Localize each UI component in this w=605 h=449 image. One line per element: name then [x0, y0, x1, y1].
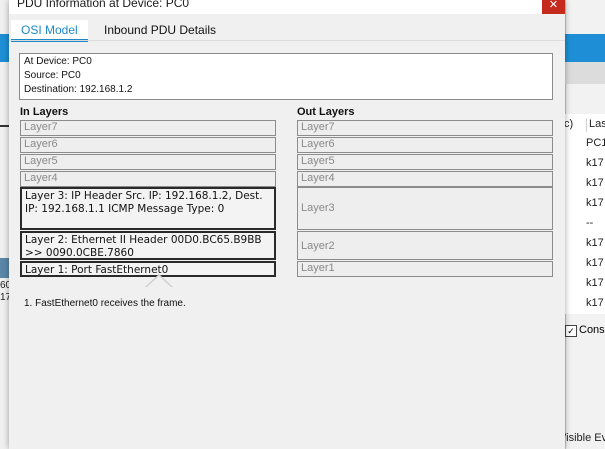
- background-left-label-2: 17: [0, 292, 9, 303]
- event-row-text: PC1: [586, 137, 605, 149]
- dialog-titlebar[interactable]: PDU Information at Device: PC0: [9, 0, 565, 14]
- in-layer-3[interactable]: Layer 3: IP Header Src. IP: 192.168.1.2,…: [20, 187, 276, 230]
- in-layer-2[interactable]: Layer 2: Ethernet II Header 00D0.BC65.B9…: [20, 231, 276, 260]
- visible-events-text: Visible Ev: [565, 432, 605, 444]
- source-text: Source: PC0: [24, 70, 81, 81]
- close-button[interactable]: ✕: [542, 0, 565, 14]
- out-layer-1[interactable]: Layer1: [297, 261, 553, 277]
- out-layers-heading: Out Layers: [297, 106, 355, 118]
- pdu-info-dialog: PDU Information at Device: PC0 ✕ OSI Mod…: [9, 0, 565, 449]
- event-row-text: --: [586, 217, 594, 229]
- out-layer-3[interactable]: Layer3: [297, 187, 553, 230]
- in-layers-heading: In Layers: [20, 106, 69, 118]
- event-row-text: k17: [586, 177, 604, 189]
- tab-inbound-pdu-details[interactable]: Inbound PDU Details: [94, 20, 227, 40]
- event-row-text: k17: [586, 237, 604, 249]
- event-row-text: k17: [586, 297, 604, 309]
- out-layer-2[interactable]: Layer2: [297, 231, 553, 260]
- event-list-row[interactable]: k17: [565, 234, 605, 254]
- in-layer-5[interactable]: Layer5: [20, 154, 276, 170]
- event-row-text: k17: [586, 197, 604, 209]
- event-list-header: c) Las: [564, 114, 605, 135]
- visible-events-label: Visible Ev: [565, 430, 605, 449]
- layer-description: 1. FastEthernet0 receives the frame.: [24, 298, 186, 309]
- destination-text: Destination: 192.168.1.2: [24, 84, 133, 95]
- out-layer-7[interactable]: Layer7: [297, 120, 553, 136]
- event-list-header-col-2[interactable]: Las: [586, 118, 605, 132]
- background-left-toolbar: [0, 34, 9, 62]
- out-layer-4[interactable]: Layer4: [297, 171, 553, 187]
- background-right-bar: [565, 62, 605, 84]
- in-layer-6[interactable]: Layer6: [20, 137, 276, 153]
- event-row-text: k17: [586, 277, 604, 289]
- tab-bar: OSI Model Inbound PDU Details: [11, 20, 565, 42]
- background-left-divider: [0, 125, 9, 127]
- event-row-text: k17: [586, 157, 604, 169]
- background-right-toolbar: [565, 34, 605, 62]
- device-info-box: At Device: PC0 Source: PC0 Destination: …: [19, 53, 553, 100]
- event-list-row[interactable]: k17: [565, 274, 605, 294]
- tab-osi-model[interactable]: OSI Model: [11, 20, 88, 42]
- selected-layer-pointer-fill: [147, 276, 171, 287]
- checkbox-label: Cons: [579, 324, 605, 336]
- event-list-row[interactable]: k17: [565, 294, 605, 314]
- in-layer-4[interactable]: Layer4: [20, 171, 276, 187]
- event-row-text: k17: [586, 257, 604, 269]
- dialog-title: PDU Information at Device: PC0: [17, 0, 190, 10]
- checkbox-box[interactable]: ✓: [565, 325, 577, 337]
- out-layer-5[interactable]: Layer5: [297, 154, 553, 170]
- tab-divider: [9, 40, 565, 41]
- background-left-strip: [0, 0, 9, 449]
- event-list-header-col-1: c): [564, 118, 574, 130]
- at-device-text: At Device: PC0: [24, 56, 92, 67]
- background-device-icon: [0, 258, 9, 278]
- event-list-row[interactable]: --: [565, 214, 605, 234]
- close-icon: ✕: [548, 0, 559, 11]
- event-list-row[interactable]: k17: [565, 174, 605, 194]
- constant-delay-checkbox[interactable]: ✓ Cons: [565, 322, 605, 342]
- event-list-row[interactable]: k17: [565, 154, 605, 174]
- out-layer-6[interactable]: Layer6: [297, 137, 553, 153]
- in-layer-7[interactable]: Layer7: [20, 120, 276, 136]
- event-list-row[interactable]: k17: [565, 254, 605, 274]
- background-left-label-1: 60: [0, 280, 9, 291]
- event-list-row[interactable]: PC1: [565, 134, 605, 154]
- event-list-row[interactable]: k17: [565, 194, 605, 214]
